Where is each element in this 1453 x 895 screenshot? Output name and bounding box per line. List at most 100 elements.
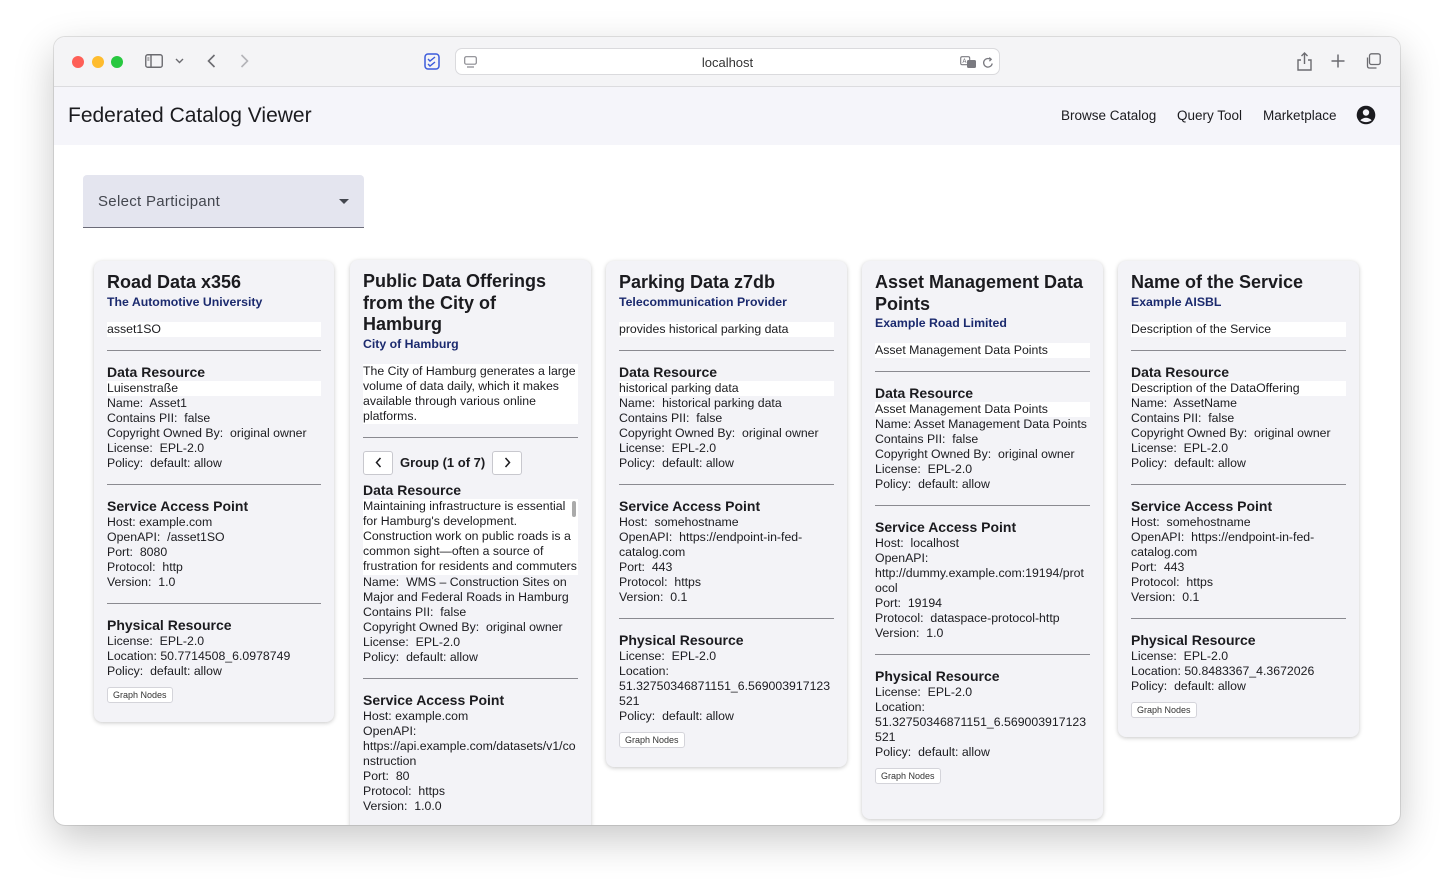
field-label: Port: bbox=[107, 544, 133, 559]
port-value: 19194 bbox=[907, 596, 943, 610]
field-label: Policy: bbox=[619, 708, 656, 723]
card-title: Public Data Offerings from the City of H… bbox=[363, 271, 547, 334]
group-indicator: Group (1 of 7) bbox=[400, 455, 486, 470]
new-tab-icon[interactable] bbox=[1329, 52, 1347, 70]
catalog-card: Road Data x356 The Automotive University… bbox=[94, 261, 334, 722]
data-resource-section: Data Resource Maintaining infrastructure… bbox=[363, 482, 578, 665]
divider bbox=[1131, 483, 1346, 485]
openapi-value: /asset1SO bbox=[167, 529, 225, 544]
minimize-window-button[interactable] bbox=[92, 56, 104, 68]
reload-icon[interactable] bbox=[981, 55, 995, 69]
field-label: Protocol: bbox=[1131, 574, 1180, 589]
share-icon[interactable] bbox=[1295, 50, 1313, 72]
physical-resource-section: Physical Resource License: EPL-2.0 Locat… bbox=[107, 617, 321, 679]
location-value: 51.32750346871151_6.569003917123521 bbox=[875, 715, 1087, 744]
contains-pii-value: false bbox=[696, 410, 723, 425]
service-access-point-section: Service Access Point Host: example.com O… bbox=[107, 498, 321, 590]
graph-nodes-button[interactable]: Graph Nodes bbox=[875, 768, 941, 784]
license-value: EPL-2.0 bbox=[415, 634, 461, 649]
back-icon[interactable] bbox=[204, 52, 218, 70]
participant-select[interactable]: Select Participant bbox=[83, 175, 364, 228]
field-label: License: bbox=[875, 462, 921, 476]
policy-value: default: allow bbox=[918, 745, 990, 759]
nav-query-tool[interactable]: Query Tool bbox=[1177, 108, 1242, 123]
field-label: OpenAPI: bbox=[619, 529, 673, 544]
field-label: OpenAPI: bbox=[875, 551, 929, 565]
field-label: Policy: bbox=[1131, 678, 1168, 693]
license-value: EPL-2.0 bbox=[927, 462, 973, 476]
account-circle-icon[interactable] bbox=[1356, 105, 1376, 125]
data-resource-description-scroll[interactable]: Maintaining infrastructure is essential … bbox=[363, 498, 578, 575]
host-value: somehostname bbox=[1166, 514, 1251, 529]
section-heading: Physical Resource bbox=[1131, 631, 1256, 648]
section-heading: Physical Resource bbox=[875, 668, 1000, 684]
svg-text:A: A bbox=[962, 58, 967, 65]
forward-icon[interactable] bbox=[237, 52, 251, 70]
graph-nodes-button[interactable]: Graph Nodes bbox=[107, 686, 173, 703]
close-window-button[interactable] bbox=[72, 56, 84, 68]
port-value: 80 bbox=[395, 768, 410, 783]
card-provider: Example Road Limited bbox=[875, 316, 1007, 330]
field-label: Location: bbox=[1131, 663, 1181, 678]
field-label: Host: bbox=[875, 536, 904, 550]
field-label: Location: bbox=[619, 663, 669, 678]
resource-name: AssetName bbox=[1173, 395, 1237, 410]
maximize-window-button[interactable] bbox=[111, 56, 123, 68]
card-description: asset1SO bbox=[107, 321, 321, 337]
data-resource-description: Asset Management Data Points bbox=[875, 402, 1090, 417]
scrollbar-thumb[interactable] bbox=[572, 500, 576, 517]
protocol-value: http bbox=[162, 559, 183, 574]
card-provider: Example AISBL bbox=[1131, 294, 1222, 309]
host-value: somehostname bbox=[654, 514, 739, 529]
next-group-button[interactable] bbox=[492, 450, 523, 475]
dropdown-arrow-icon bbox=[339, 199, 349, 204]
license-value: EPL-2.0 bbox=[671, 440, 717, 455]
section-heading: Data Resource bbox=[875, 385, 974, 401]
field-label: OpenAPI: bbox=[363, 723, 417, 738]
physical-resource-section: Physical Resource License: EPL-2.0 Locat… bbox=[1131, 632, 1346, 694]
sidebar-icon[interactable] bbox=[144, 52, 164, 70]
address-bar[interactable]: localhost A bbox=[455, 48, 1000, 75]
field-label: Protocol: bbox=[363, 783, 412, 798]
data-resource-description: Maintaining infrastructure is essential … bbox=[363, 498, 577, 575]
divider bbox=[363, 436, 578, 438]
contains-pii-value: false bbox=[184, 410, 211, 425]
field-label: Host: bbox=[1131, 514, 1160, 529]
translate-icon[interactable]: A bbox=[959, 55, 977, 69]
nav-browse-catalog[interactable]: Browse Catalog bbox=[1061, 108, 1156, 123]
graph-nodes-button[interactable]: Graph Nodes bbox=[1131, 701, 1197, 718]
catalog-card: Name of the Service Example AISBL Descri… bbox=[1118, 261, 1359, 737]
protocol-value: dataspace-protocol-http bbox=[930, 611, 1060, 625]
field-label: Version: bbox=[107, 574, 152, 589]
field-label: Contains PII: bbox=[1131, 410, 1202, 425]
section-heading: Service Access Point bbox=[107, 497, 249, 514]
physical-resource-section: Physical Resource License: EPL-2.0 Locat… bbox=[875, 668, 1090, 760]
version-value: 1.0.0 bbox=[414, 798, 442, 813]
field-label: Name: bbox=[363, 574, 400, 589]
divider bbox=[107, 602, 321, 604]
previous-group-button[interactable] bbox=[363, 450, 393, 475]
card-provider: Telecommunication Provider bbox=[619, 294, 787, 309]
field-label: Copyright Owned By: bbox=[1131, 425, 1248, 440]
field-label: OpenAPI: bbox=[1131, 529, 1185, 544]
chevron-down-icon[interactable] bbox=[173, 56, 185, 66]
physical-resource-section: Physical Resource License: EPL-2.0 Locat… bbox=[619, 632, 834, 724]
extension-icon[interactable] bbox=[423, 52, 441, 70]
section-heading: Service Access Point bbox=[619, 497, 761, 514]
divider bbox=[619, 617, 834, 619]
divider bbox=[875, 371, 1090, 372]
url-text: localhost bbox=[701, 55, 754, 70]
divider bbox=[107, 483, 321, 485]
field-label: Policy: bbox=[875, 745, 912, 759]
version-value: 1.0 bbox=[158, 574, 176, 589]
field-label: Location: bbox=[107, 648, 157, 663]
data-resource-section: Data Resource Description of the DataOff… bbox=[1131, 364, 1346, 471]
graph-nodes-button[interactable]: Graph Nodes bbox=[619, 731, 685, 748]
license-value: EPL-2.0 bbox=[1183, 648, 1229, 663]
data-resource-section: Data Resource historical parking data Na… bbox=[619, 364, 834, 471]
section-heading: Data Resource bbox=[1131, 363, 1230, 380]
policy-value: default: allow bbox=[918, 477, 990, 491]
tabs-overview-icon[interactable] bbox=[1364, 52, 1382, 70]
field-label: Host: bbox=[619, 514, 648, 529]
nav-marketplace[interactable]: Marketplace bbox=[1263, 108, 1337, 123]
